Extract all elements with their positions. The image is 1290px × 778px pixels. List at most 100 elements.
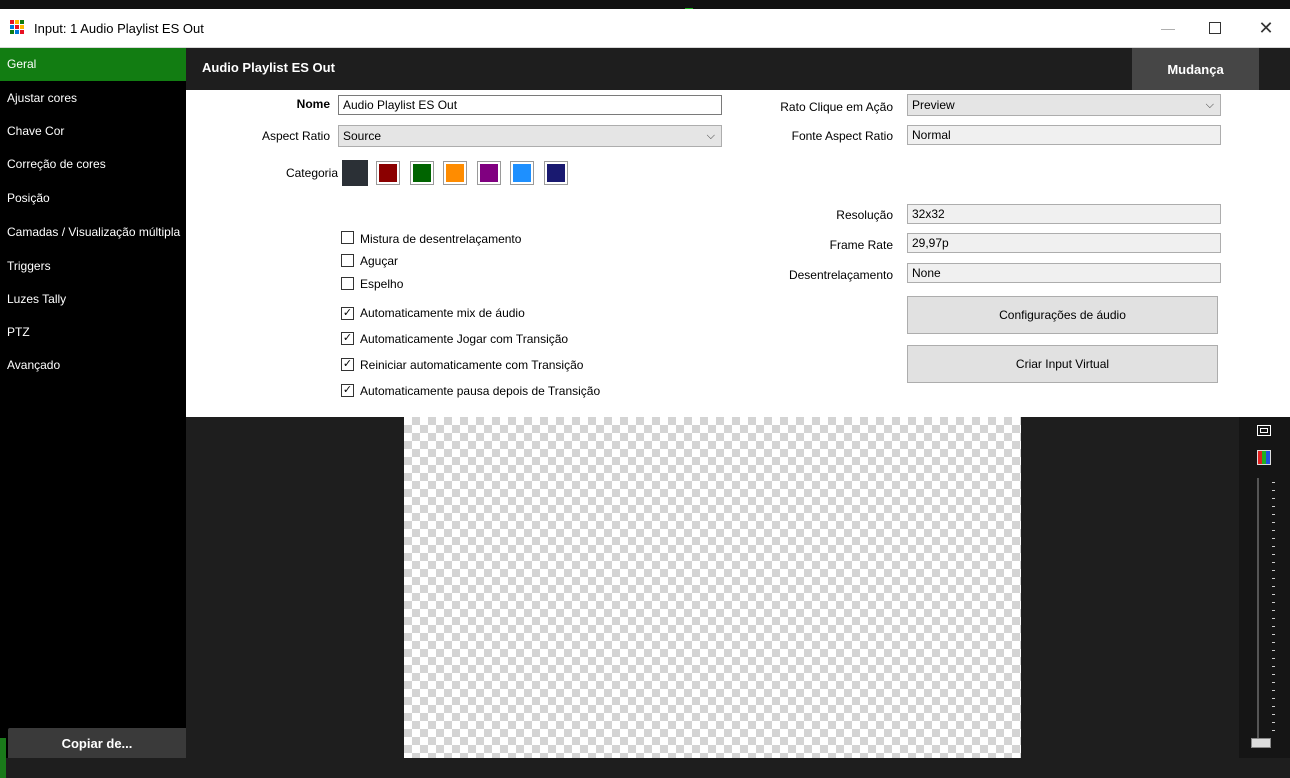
sidebar-item-posicao[interactable]: Posição	[0, 182, 186, 215]
minimize-button[interactable]: —	[1145, 9, 1191, 47]
framerate-field: 29,97p	[907, 233, 1221, 253]
preview-side-controls	[1239, 417, 1290, 758]
close-button[interactable]: ✕	[1243, 9, 1289, 47]
mirror-checkbox[interactable]	[341, 277, 354, 290]
window-title: Input: 1 Audio Playlist ES Out	[34, 21, 204, 36]
category-swatch-1[interactable]	[342, 160, 368, 186]
slider-tick	[1272, 626, 1275, 627]
aspect-ratio-select[interactable]: Source ⌵	[338, 125, 722, 147]
name-label: Nome	[296, 97, 330, 111]
deinterlace-blend-checkbox[interactable]	[341, 231, 354, 244]
auto-restart-transition-label: Reiniciar automaticamente com Transição	[360, 358, 584, 372]
name-field[interactable]: Audio Playlist ES Out	[338, 95, 722, 115]
category-swatch-3[interactable]	[410, 161, 434, 185]
auto-audio-mix-label: Automaticamente mix de áudio	[360, 306, 525, 320]
category-swatch-4[interactable]	[443, 161, 467, 185]
slider-tick	[1272, 586, 1275, 587]
slider-tick	[1272, 506, 1275, 507]
category-swatch-2[interactable]	[376, 161, 400, 185]
monitor-icon[interactable]	[1257, 425, 1271, 436]
slider-tick	[1272, 714, 1275, 715]
sidebar-item-camadas[interactable]: Camadas / Visualização múltipla	[0, 216, 186, 249]
slider-tick	[1272, 602, 1275, 603]
deinterlace-blend-label: Mistura de desentrelaçamento	[360, 232, 522, 246]
slider-tick	[1272, 514, 1275, 515]
zoom-slider-track[interactable]	[1257, 478, 1259, 738]
slider-tick	[1272, 722, 1275, 723]
chevron-down-icon: ⌵	[706, 130, 715, 142]
slider-tick	[1272, 698, 1275, 699]
slider-tick	[1272, 618, 1275, 619]
auto-pause-transition-checkbox[interactable]: ✓	[341, 384, 354, 397]
sidebar-item-ptz[interactable]: PTZ	[0, 316, 186, 349]
slider-tick	[1272, 690, 1275, 691]
auto-pause-transition-label: Automaticamente pausa depois de Transiçã…	[360, 384, 601, 398]
resolution-label: Resolução	[836, 208, 893, 222]
slider-tick	[1272, 730, 1275, 731]
sidebar-item-correcao-cores[interactable]: Correção de cores	[0, 148, 186, 181]
sidebar: Geral Ajustar cores Chave Cor Correção d…	[0, 48, 186, 778]
sidebar-accent	[0, 738, 6, 778]
mirror-label: Espelho	[360, 277, 404, 291]
slider-tick	[1272, 706, 1275, 707]
source-aspect-label: Fonte Aspect Ratio	[791, 129, 893, 143]
slider-tick	[1272, 538, 1275, 539]
slider-tick	[1272, 498, 1275, 499]
auto-audio-mix-checkbox[interactable]: ✓	[341, 307, 354, 320]
sidebar-item-avancado[interactable]: Avançado	[0, 349, 186, 382]
source-aspect-field: Normal	[907, 125, 1221, 145]
category-swatch-5[interactable]	[477, 161, 501, 185]
auto-play-transition-checkbox[interactable]: ✓	[341, 332, 354, 345]
framerate-label: Frame Rate	[829, 238, 893, 252]
sidebar-item-luzes-tally[interactable]: Luzes Tally	[0, 283, 186, 316]
create-virtual-input-button[interactable]: Criar Input Virtual	[907, 345, 1218, 383]
slider-tick	[1272, 578, 1275, 579]
slider-tick	[1272, 634, 1275, 635]
preview-transparent-canvas	[404, 417, 1021, 758]
change-button[interactable]: Mudança	[1132, 48, 1259, 90]
slider-tick	[1272, 530, 1275, 531]
sidebar-item-chave-cor[interactable]: Chave Cor	[0, 115, 186, 148]
aspect-ratio-label: Aspect Ratio	[261, 129, 330, 143]
slider-tick	[1272, 666, 1275, 667]
auto-restart-transition-checkbox[interactable]: ✓	[341, 358, 354, 371]
slider-tick	[1272, 482, 1275, 483]
sidebar-item-triggers[interactable]: Triggers	[0, 250, 186, 283]
deinterlace-label: Desentrelaçamento	[788, 268, 893, 282]
sidebar-item-ajustar-cores[interactable]: Ajustar cores	[0, 82, 186, 115]
color-bars-icon[interactable]	[1257, 450, 1271, 465]
slider-tick	[1272, 682, 1275, 683]
title-bar: Input: 1 Audio Playlist ES Out — ✕	[0, 9, 1290, 48]
maximize-button[interactable]	[1192, 9, 1238, 47]
audio-settings-button[interactable]: Configurações de áudio	[907, 296, 1218, 334]
slider-tick	[1272, 546, 1275, 547]
slider-tick	[1272, 594, 1275, 595]
category-swatch-7[interactable]	[544, 161, 568, 185]
copy-from-button[interactable]: Copiar de...	[8, 728, 186, 758]
category-label: Categoria	[285, 166, 338, 180]
sidebar-item-geral[interactable]: Geral	[0, 48, 186, 81]
chevron-down-icon: ⌵	[1205, 99, 1214, 111]
slider-tick	[1272, 522, 1275, 523]
slider-tick	[1272, 570, 1275, 571]
slider-tick	[1272, 642, 1275, 643]
slider-tick	[1272, 554, 1275, 555]
slider-tick	[1272, 658, 1275, 659]
input-title: Audio Playlist ES Out	[202, 60, 335, 75]
sharpen-label: Aguçar	[360, 254, 399, 268]
slider-tick	[1272, 650, 1275, 651]
click-action-select[interactable]: Preview ⌵	[907, 94, 1221, 116]
close-icon: ✕	[1258, 17, 1274, 38]
category-swatch-6[interactable]	[510, 161, 534, 185]
slider-tick	[1272, 674, 1275, 675]
sharpen-checkbox[interactable]	[341, 254, 354, 267]
click-action-value: Preview	[912, 98, 955, 112]
deinterlace-field: None	[907, 263, 1221, 283]
header-bar	[186, 48, 1290, 90]
maximize-icon	[1209, 22, 1221, 34]
click-action-label: Rato Clique em Ação	[780, 100, 893, 114]
slider-tick	[1272, 490, 1275, 491]
slider-tick	[1272, 610, 1275, 611]
resolution-field: 32x32	[907, 204, 1221, 224]
zoom-slider-thumb[interactable]	[1251, 738, 1271, 748]
